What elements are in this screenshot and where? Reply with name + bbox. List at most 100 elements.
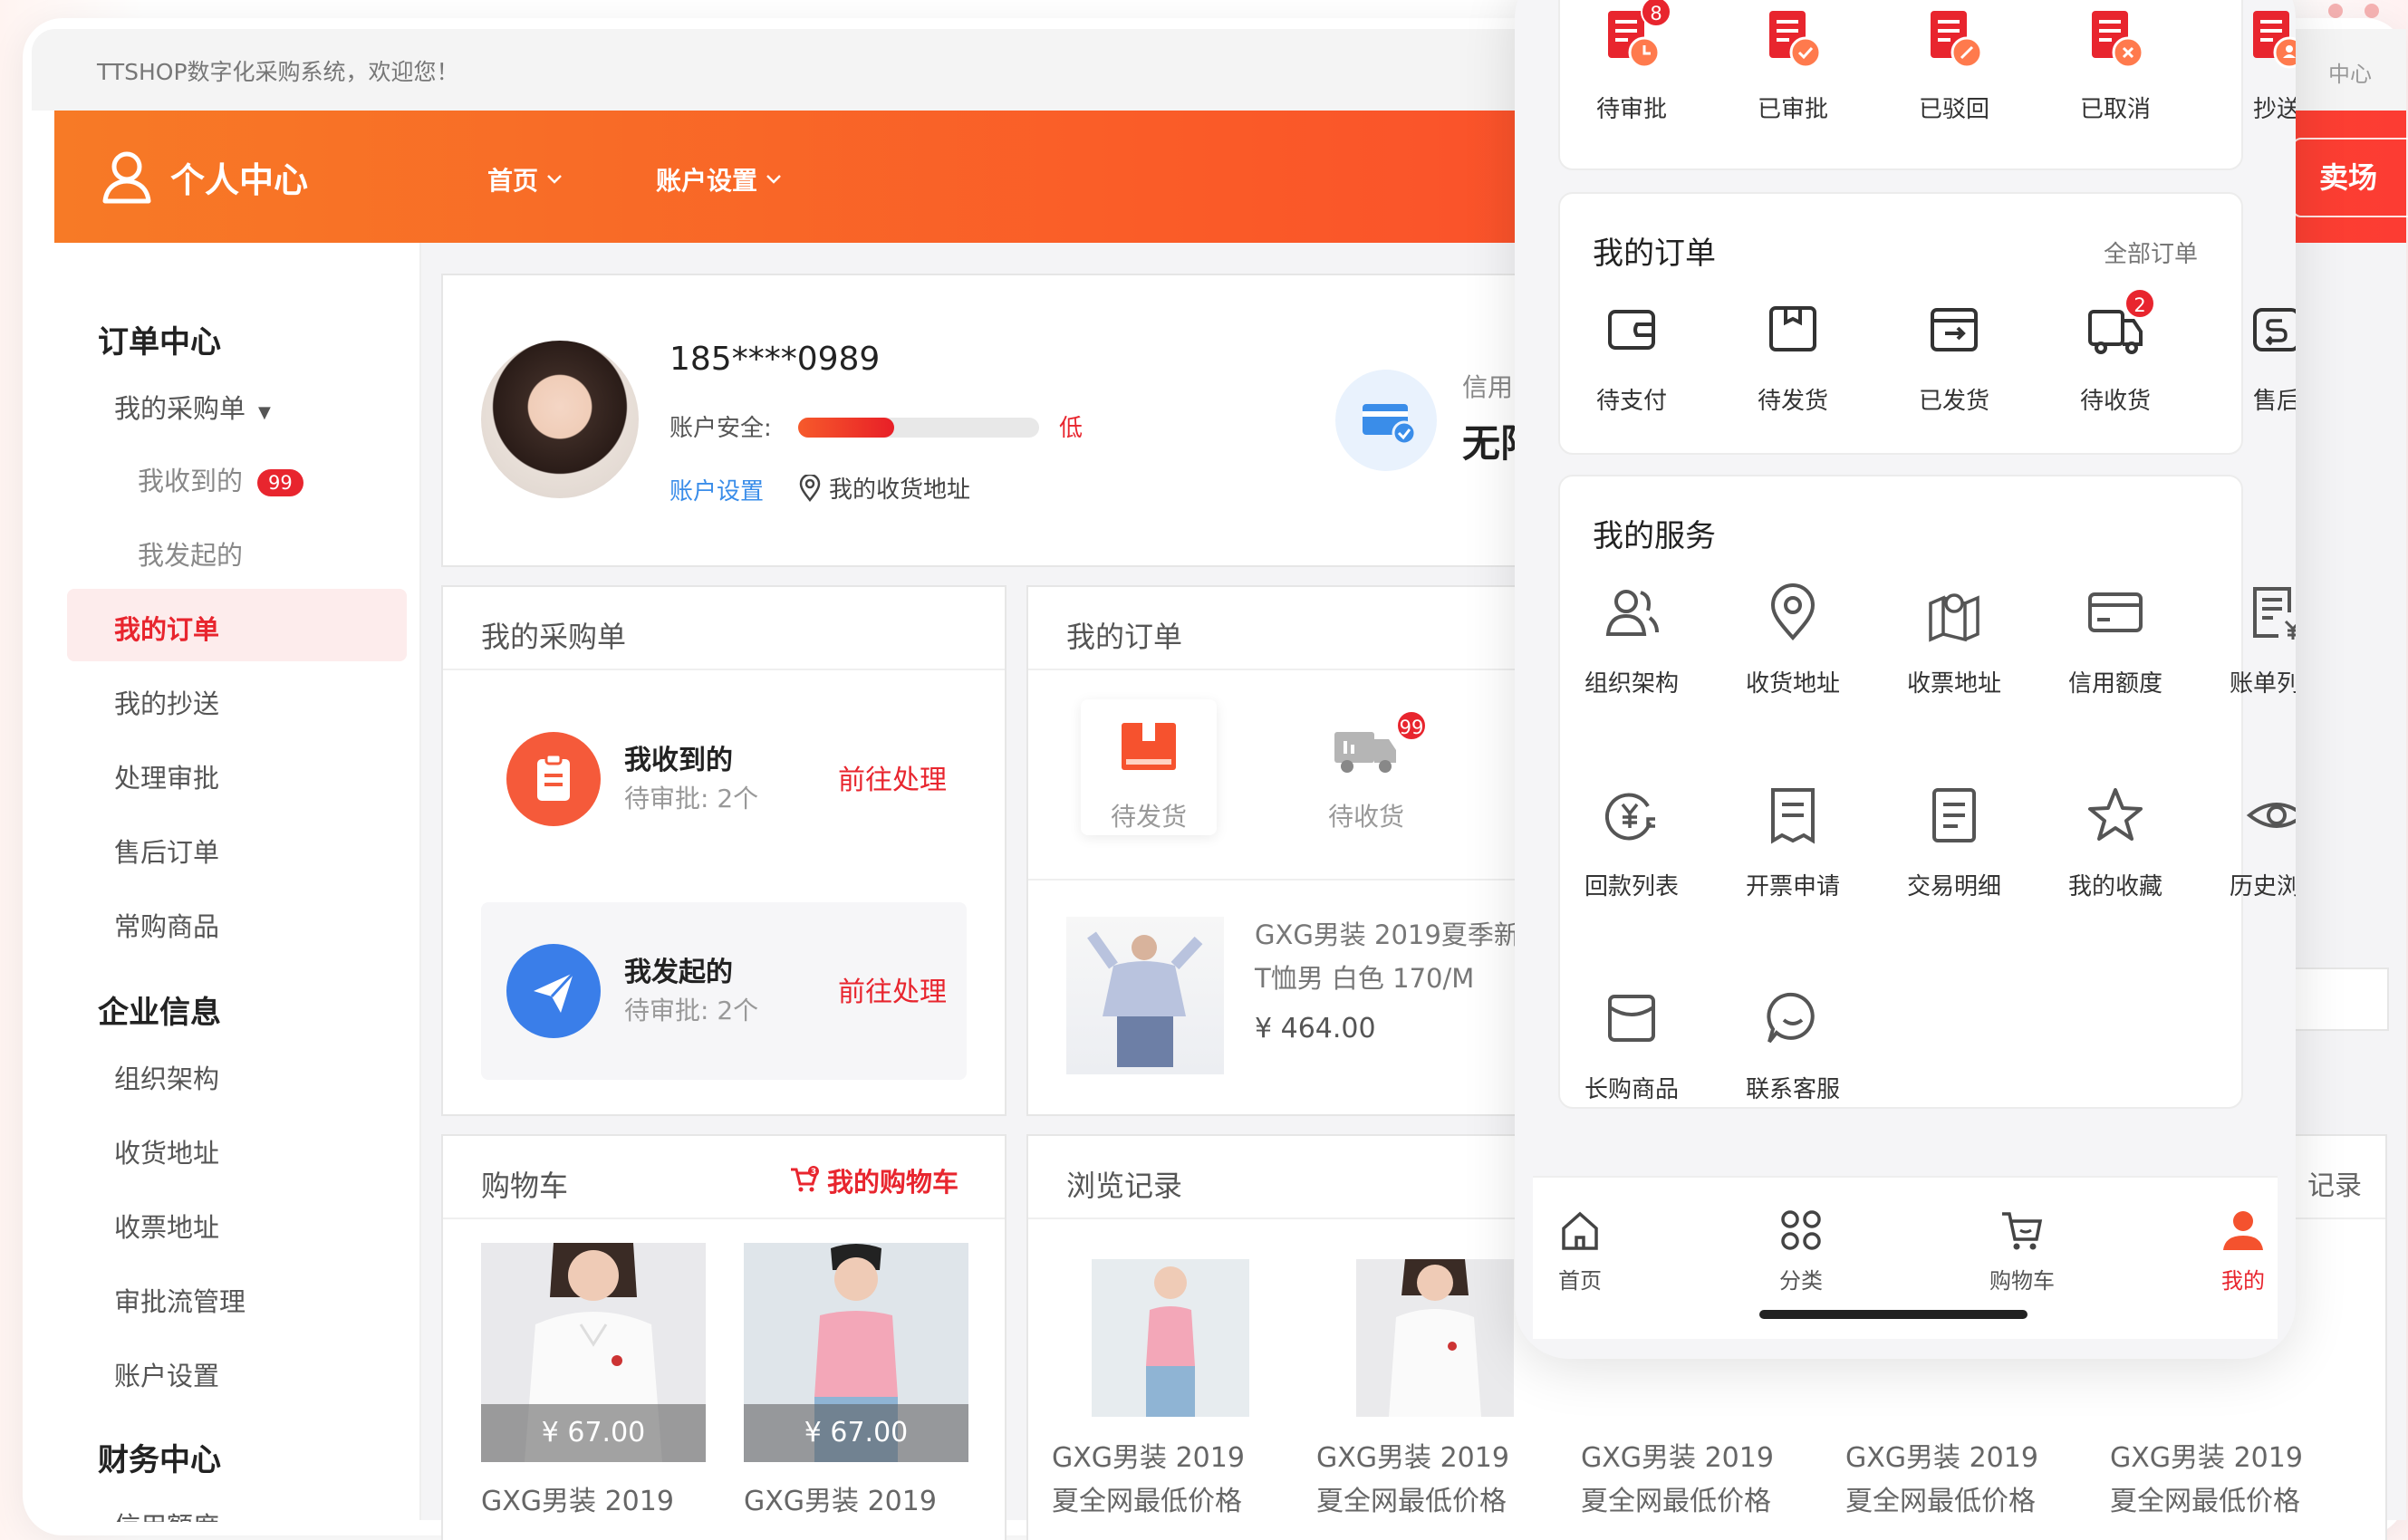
- nav-account-label: 账户设置: [656, 166, 758, 196]
- invoice-icon: [1757, 779, 1829, 852]
- product-title-line2[interactable]: T恤男 白色 170/M: [1255, 957, 1474, 1000]
- sidebar-item-account-settings[interactable]: 账户设置: [114, 1355, 219, 1393]
- service-item[interactable]: 联系客服: [1725, 982, 1861, 1104]
- after-sale-icon: [2240, 294, 2296, 366]
- sidebar-item-received[interactable]: 我收到的 99: [138, 460, 303, 498]
- sidebar-item-my-cc[interactable]: 我的抄送: [114, 683, 219, 721]
- order-tile-to-receive[interactable]: 99 待收货: [1298, 699, 1434, 835]
- sidebar-item-my-purchase[interactable]: 我的采购单 ▼: [114, 388, 271, 426]
- security-bar-fill: [798, 418, 895, 438]
- service-item[interactable]: 账单列表: [2209, 576, 2296, 698]
- side-input[interactable]: [2288, 967, 2389, 1031]
- service-item[interactable]: 开票申请: [1725, 779, 1861, 901]
- cart-item-caption[interactable]: GXG男装 2019: [744, 1480, 937, 1524]
- tab-home[interactable]: 首页: [1526, 1205, 1634, 1295]
- eye-icon: [2240, 779, 2296, 852]
- bag-icon: [1595, 982, 1668, 1054]
- item-label: 待收货: [2079, 388, 2151, 415]
- approval-item[interactable]: 抄送: [2209, 2, 2296, 124]
- sidebar-item-my-orders[interactable]: 我的订单: [114, 609, 219, 647]
- welcome-text: TTSHOP数字化采购系统，欢迎您！: [97, 59, 459, 85]
- history-caption-line2[interactable]: 夏全网最低价格: [2110, 1480, 2300, 1524]
- user-icon: [2218, 1205, 2268, 1256]
- logo[interactable]: 个人中心: [100, 149, 308, 205]
- history-caption-line1[interactable]: GXG男装 2019: [1581, 1437, 1774, 1480]
- sidebar-item-approval-flow[interactable]: 审批流管理: [114, 1281, 246, 1319]
- document-icon: [1918, 779, 1990, 852]
- history-caption-line2[interactable]: 夏全网最低价格: [1316, 1480, 1507, 1524]
- address-link[interactable]: 我的收货地址: [798, 471, 970, 505]
- mobile-order-item[interactable]: 2 待收货: [2047, 288, 2183, 416]
- service-item[interactable]: 长购商品: [1564, 982, 1700, 1104]
- item-label: 已审批: [1757, 96, 1828, 123]
- location-icon: [799, 474, 821, 502]
- history-caption-line2[interactable]: 夏全网最低价格: [1845, 1480, 2036, 1524]
- tab-category[interactable]: 分类: [1747, 1205, 1855, 1295]
- sidebar-item-ship-addr[interactable]: 收货地址: [114, 1132, 219, 1170]
- go-process-link[interactable]: 前往处理: [838, 969, 947, 1009]
- tab-cart[interactable]: 购物车: [1968, 1205, 2076, 1295]
- sidebar-item-frequent[interactable]: 常购商品: [114, 906, 219, 944]
- mobile-order-item[interactable]: 已发货: [1886, 294, 2022, 416]
- history-product-image[interactable]: [1356, 1259, 1514, 1417]
- purchase-received-item[interactable]: 我收到的 待审批: 2个 前往处理: [481, 690, 967, 868]
- nav-home[interactable]: 首页: [487, 161, 563, 197]
- sidebar-item-approval[interactable]: 处理审批: [114, 757, 219, 795]
- sidebar-item-initiated[interactable]: 我发起的: [138, 534, 243, 573]
- credit-label: 信用: [1462, 372, 1514, 402]
- mobile-order-item[interactable]: 售后: [2209, 294, 2296, 416]
- mobile-overlay: 8 待审批 已审批 已驳回 已取消 抄送 我的订单 全部订单 待支付 待发货 已发货 2 待收货 售…: [1515, 0, 2296, 1359]
- nav-account-settings[interactable]: 账户设置: [656, 161, 783, 197]
- history-caption-line2[interactable]: 夏全网最低价格: [1052, 1480, 1242, 1524]
- history-caption-line1[interactable]: GXG男装 2019: [1316, 1437, 1509, 1480]
- approval-item[interactable]: 已驳回: [1886, 2, 2022, 124]
- service-item[interactable]: 收货地址: [1725, 576, 1861, 698]
- order-tile-to-ship[interactable]: 待发货: [1081, 699, 1217, 835]
- purchase-initiated-item[interactable]: 我发起的 待审批: 2个 前往处理: [481, 902, 967, 1080]
- security-level: 低: [1059, 415, 1084, 442]
- service-item[interactable]: 我的收藏: [2047, 779, 2183, 901]
- history-caption-line1[interactable]: GXG男装 2019: [1052, 1437, 1245, 1480]
- cart-card: 购物车 3 我的购物车 ¥ 67.00 ¥ 67.00 GXG男装 2019 G…: [441, 1134, 1007, 1540]
- all-orders-link[interactable]: 全部订单: [2104, 236, 2198, 269]
- security-bar: [798, 418, 1039, 438]
- address-label: 我的收货地址: [829, 476, 971, 504]
- sidebar-item-bill-addr[interactable]: 收票地址: [114, 1207, 219, 1245]
- tab-user[interactable]: 我的: [2189, 1205, 2296, 1295]
- history-product-image[interactable]: [1092, 1259, 1249, 1417]
- my-cart-link[interactable]: 3 我的购物车: [789, 1161, 958, 1199]
- mobile-order-item[interactable]: 待支付: [1564, 294, 1700, 416]
- history-more-link[interactable]: 记录: [2307, 1163, 2362, 1203]
- sidebar-item-credit[interactable]: 信用额度: [114, 1506, 219, 1522]
- mall-button[interactable]: 卖场: [2292, 138, 2408, 217]
- product-image[interactable]: [1066, 917, 1224, 1074]
- user-center-link[interactable]: 中心: [2328, 56, 2372, 88]
- cart-icon: [1997, 1205, 2047, 1256]
- service-item[interactable]: 收票地址: [1886, 576, 2022, 698]
- cart-product-image[interactable]: ¥ 67.00: [481, 1243, 706, 1462]
- service-item[interactable]: 回款列表: [1564, 779, 1700, 901]
- service-item[interactable]: 组织架构: [1564, 576, 1700, 698]
- mobile-order-item[interactable]: 待发货: [1725, 294, 1861, 416]
- user-phone: 185****0989: [669, 341, 881, 378]
- history-caption-line2[interactable]: 夏全网最低价格: [1581, 1480, 1771, 1524]
- go-process-link[interactable]: 前往处理: [838, 757, 947, 797]
- category-icon: [1776, 1205, 1826, 1256]
- cart-item-caption[interactable]: GXG男装 2019: [481, 1480, 674, 1524]
- history-caption-line1[interactable]: GXG男装 2019: [2110, 1437, 2303, 1480]
- approval-item[interactable]: 8 待审批: [1564, 0, 1700, 124]
- sidebar-item-after-sale[interactable]: 售后订单: [114, 832, 219, 870]
- approval-item[interactable]: 已审批: [1725, 2, 1861, 124]
- pending-approval-icon: 8: [1595, 0, 1671, 74]
- history-caption-line1[interactable]: GXG男装 2019: [1845, 1437, 2038, 1480]
- sidebar-item-org[interactable]: 组织架构: [114, 1058, 219, 1096]
- service-item[interactable]: 交易明细: [1886, 779, 2022, 901]
- product-title-line1[interactable]: GXG男装 2019夏季新: [1255, 913, 1520, 957]
- service-item[interactable]: 历史浏览: [2209, 779, 2296, 901]
- approval-item[interactable]: 已取消: [2047, 2, 2183, 124]
- cart-product-image[interactable]: ¥ 67.00: [744, 1243, 968, 1462]
- wallet-icon: [1595, 294, 1668, 366]
- service-item[interactable]: 信用额度: [2047, 576, 2183, 698]
- purchase-card: 我的采购单 我收到的 待审批: 2个 前往处理 我发起的 待审批: 2个 前往处…: [441, 585, 1007, 1116]
- account-settings-link[interactable]: 账户设置: [669, 473, 764, 506]
